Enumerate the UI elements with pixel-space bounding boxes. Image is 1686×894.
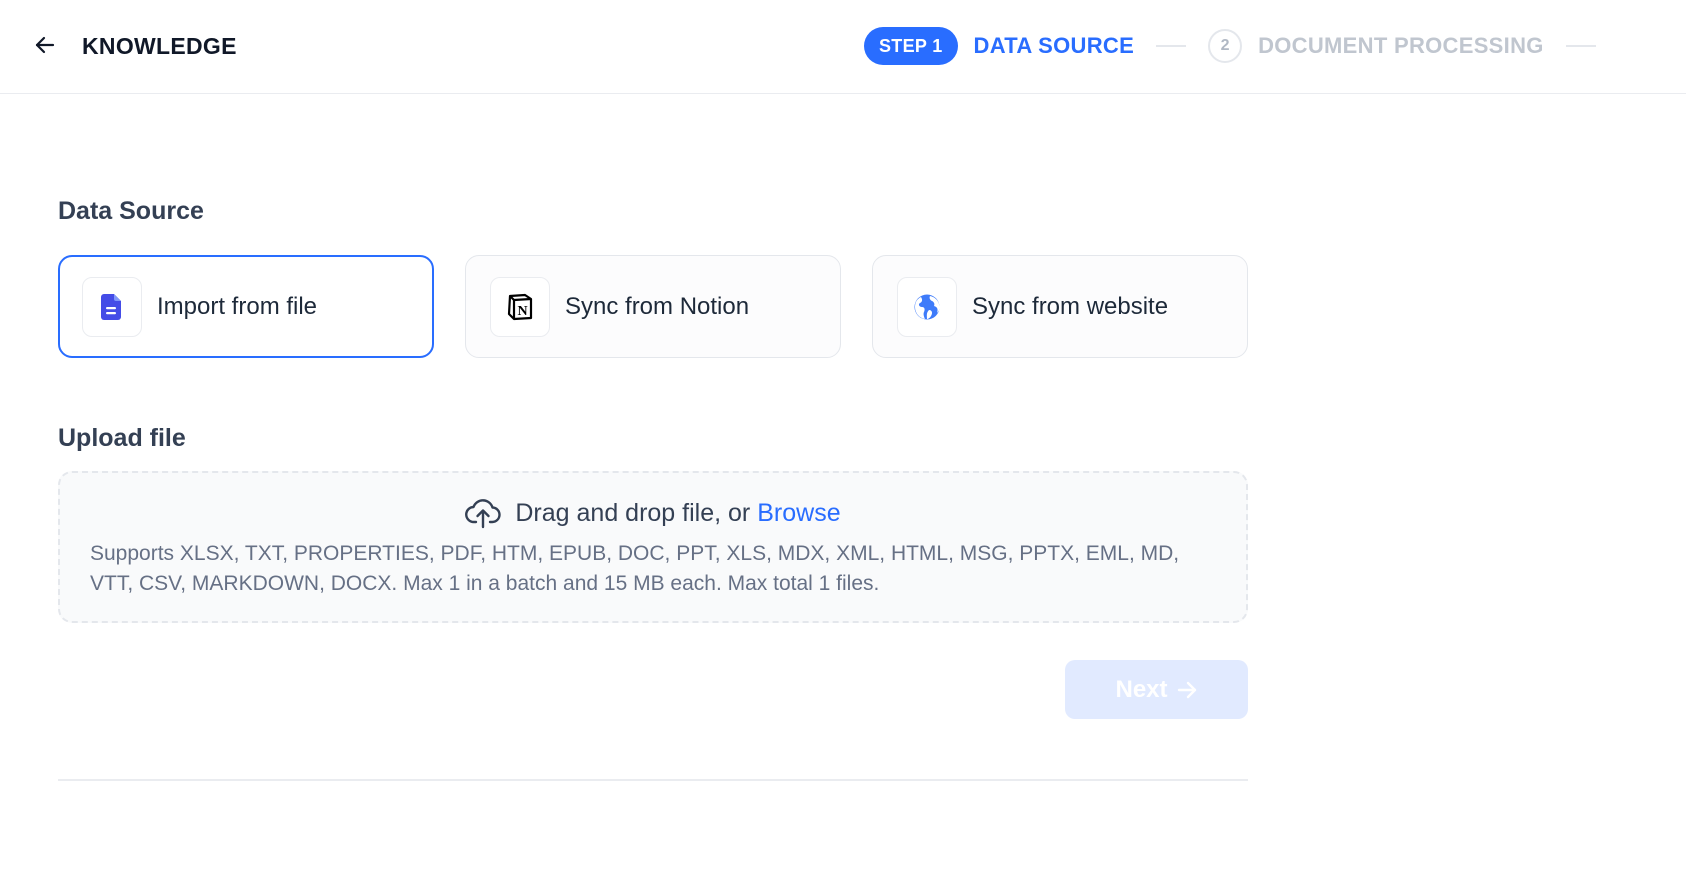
browse-link[interactable]: Browse (757, 499, 840, 528)
page-title: KNOWLEDGE (82, 33, 237, 59)
card-icon-box (82, 276, 142, 337)
arrow-right-icon (1176, 679, 1198, 701)
stepper: STEP 1 DATA SOURCE 2 DOCUMENT PROCESSING (864, 27, 1618, 65)
sync-from-website-option[interactable]: Sync from website (872, 255, 1248, 358)
step-2-badge: 2 (1208, 29, 1243, 63)
data-source-options: Import from file N Sync from Notion Sync… (58, 255, 1279, 358)
cloud-upload-icon (465, 497, 502, 529)
file-dropzone[interactable]: Drag and drop file, or Browse Supports X… (58, 471, 1248, 623)
card-icon-box (897, 276, 957, 337)
file-icon (101, 293, 121, 320)
top-bar: KNOWLEDGE STEP 1 DATA SOURCE 2 DOCUMENT … (0, 0, 1686, 94)
step-1-label: DATA SOURCE (973, 33, 1135, 58)
supported-formats-hint: Supports XLSX, TXT, PROPERTIES, PDF, HTM… (90, 542, 1180, 595)
option-label: Import from file (157, 292, 318, 320)
step-connector (1565, 45, 1596, 47)
data-source-title: Data Source (58, 197, 204, 225)
upload-file-title: Upload file (58, 424, 186, 452)
card-icon-box: N (490, 276, 550, 337)
back-button[interactable] (30, 30, 60, 60)
bottom-divider (58, 779, 1248, 781)
notion-icon: N (507, 293, 533, 320)
globe-icon (914, 294, 940, 319)
import-from-file-option[interactable]: Import from file (58, 255, 434, 358)
step-1-badge: STEP 1 (864, 27, 958, 65)
option-label: Sync from website (972, 292, 1169, 320)
dropzone-prompt: Drag and drop file, or Browse (60, 497, 1246, 529)
drop-text: Drag and drop file, or (515, 498, 751, 527)
next-label: Next (1115, 675, 1168, 703)
next-button[interactable]: Next (1065, 660, 1248, 719)
step-connector (1156, 45, 1187, 47)
sync-from-notion-option[interactable]: N Sync from Notion (465, 255, 841, 358)
svg-text:N: N (517, 304, 527, 319)
arrow-left-icon (35, 36, 55, 54)
option-label: Sync from Notion (565, 292, 750, 320)
step-2-label: DOCUMENT PROCESSING (1258, 33, 1544, 58)
